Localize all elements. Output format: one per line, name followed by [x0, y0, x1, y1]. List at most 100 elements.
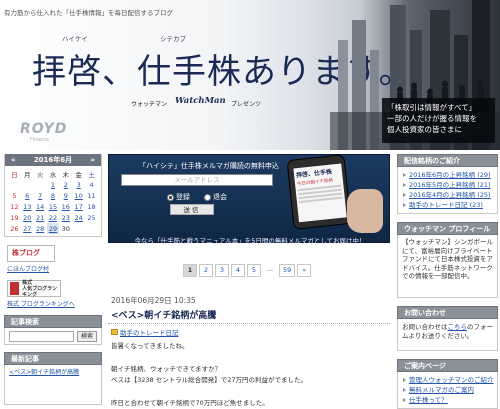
calendar-day: 5 [12, 191, 17, 200]
calendar-week-row: 12 13 14 15 16 17 18 [8, 201, 98, 212]
calendar-day-link[interactable]: 27 [21, 223, 34, 234]
calendar-day-link[interactable]: 15 [47, 201, 60, 212]
page-next-button[interactable]: » [297, 264, 312, 277]
blog-ranking-link[interactable]: 株式 ブログランキングへ [7, 299, 102, 308]
post-category: 助手のトレード日記 [111, 327, 179, 337]
post-body-line: ベスは【3238 セントラル総合開発】で27万円の利益がでました。 [111, 376, 308, 384]
calendar-day-link[interactable]: 23 [59, 212, 72, 223]
royd-logo: ROYD [20, 121, 68, 137]
newsletter-radio-group: 登録 退会 [167, 192, 227, 202]
calendar-day-link[interactable]: 21 [34, 212, 47, 223]
article-search-widget: 記事検索 検索 [4, 315, 102, 345]
calendar-day-link[interactable]: 8 [47, 190, 60, 201]
calendar-header: « 2016年6月 » [5, 154, 101, 166]
profile-text: 【ウォッチマン】シンガポールにて、富裕層向けプライベートファンドにて日本株式投資… [397, 235, 498, 298]
calendar-day-link[interactable]: 1 [47, 179, 60, 190]
folder-icon [111, 329, 118, 335]
calendar-day-link[interactable]: 13 [21, 201, 34, 212]
search-widget-title: 記事検索 [4, 315, 102, 328]
calendar-day-link[interactable]: 3 [72, 179, 85, 190]
calendar-day [8, 179, 21, 190]
guide-link[interactable]: 管理人ウォッチマンのご紹介 [403, 375, 494, 385]
royd-logo-sub: Finance [30, 137, 50, 143]
calendar-day-link[interactable]: 29 [46, 223, 60, 234]
calendar-day-link[interactable]: 10 [72, 190, 85, 201]
page-link[interactable]: 2 [199, 264, 213, 277]
post-title[interactable]: <ベス>朝イチ銘柄が高騰 [111, 308, 216, 321]
header-promo-box: 「株取引は情報がすべて」 一部の人だけが握る情報を 個人投資家の皆さまに [382, 98, 495, 143]
ranking-badge-line: 人気ブログランキング [22, 285, 58, 298]
guide-link[interactable]: 無料メルマガのご案内 [403, 385, 492, 395]
guide-list: 管理人ウォッチマンのご紹介 無料メルマガのご案内 仕手株って？ [397, 372, 498, 409]
profile-widget-title: ウォッチマン プロフィール [397, 222, 498, 235]
calendar-day: 19 [10, 213, 19, 222]
calendar-day-link[interactable]: 6 [21, 190, 34, 201]
subtitle-watchman-logo: WatchMan [175, 96, 226, 106]
site-tagline: 有力筋から仕入れた「仕手株情報」を毎日配信するブログ [4, 9, 173, 17]
delivery-widget-title: 配信銘柄のご紹介 [397, 154, 498, 167]
calendar-day-link[interactable]: 16 [59, 201, 72, 212]
smartphone-screen: 拝啓、仕手株 今日の朝イチ銘柄 [293, 163, 347, 223]
calendar-weekday-row: 日 月 火 水 木 金 土 [8, 168, 98, 179]
calendar-day [21, 179, 34, 190]
search-input[interactable] [9, 331, 74, 342]
weekday-label: 木 [62, 170, 70, 179]
weekday-label: 水 [49, 170, 57, 179]
calendar-day-link[interactable]: 22 [47, 212, 60, 223]
page-link[interactable]: 5 [247, 264, 261, 277]
contact-form-link[interactable]: こちら [448, 323, 468, 331]
recent-posts-widget: 最新記事 <ベス>朝イチ銘柄が高騰 [4, 352, 102, 405]
calendar-day-link[interactable]: 7 [34, 190, 47, 201]
newsletter-title: 「ハイシテ」仕手株メルマガ購読の無料申込 [139, 162, 279, 170]
calendar-week-row: 26 27 28 29 30 [8, 223, 98, 234]
calendar-grid: 日 月 火 水 木 金 土 1 2 3 4 5 6 7 8 9 10 11 12… [8, 168, 98, 234]
post-category-link[interactable]: 助手のトレード日記 [120, 327, 179, 337]
delivery-archive-link[interactable]: 助手のトレード日記 (23) [403, 200, 492, 210]
newsletter-email-input[interactable]: メールアドレス [121, 174, 273, 186]
delivery-archive-link[interactable]: 2016年4月の上昇銘柄 (25) [403, 190, 492, 200]
calendar-prev-button[interactable]: « [11, 156, 16, 164]
page-link[interactable]: 4 [231, 264, 245, 277]
recent-post-link[interactable]: <ベス>朝イチ銘柄が高騰 [9, 369, 79, 376]
radio-register[interactable]: 登録 [167, 192, 190, 202]
guide-link[interactable]: 仕手株って？ [403, 395, 492, 405]
nihon-blogmura-badge[interactable]: 株ブログ [7, 245, 55, 262]
calendar-day-link[interactable]: 17 [72, 201, 85, 212]
calendar-day: 11 [87, 191, 96, 200]
radio-register-label: 登録 [176, 193, 190, 201]
page-link[interactable]: 59 [279, 264, 296, 277]
radio-cancel-label: 退会 [213, 193, 227, 201]
calendar-day-link[interactable]: 20 [21, 212, 34, 223]
nihon-blogmura-link[interactable]: にほんブログ村 [7, 264, 102, 273]
delivery-archive-link[interactable]: 2016年5月の上昇銘柄 (21) [403, 180, 492, 190]
left-sidebar: « 2016年6月 » 日 月 火 水 木 金 土 1 2 3 4 5 6 7 … [4, 154, 102, 405]
calendar-day-link[interactable]: 14 [34, 201, 47, 212]
smartphone-image: 拝啓、仕手株 今日の朝イチ銘柄 [286, 154, 352, 230]
contact-text: お問い合わせはこちらのフォームよりお送りください。 [397, 319, 498, 351]
delivery-archive-link[interactable]: 2016年6月の上昇銘柄 (29) [403, 170, 492, 180]
newsletter-send-button[interactable]: 送信 [170, 204, 214, 215]
calendar-day-link[interactable]: 2 [59, 179, 72, 190]
ranking-badge-text: 株式 人気ブログランキング [22, 280, 60, 298]
site-header: 有力筋から仕入れた「仕手株情報」を毎日配信するブログ ハイケイ シテカブ 拝啓、… [0, 0, 500, 150]
right-sidebar: 配信銘柄のご紹介 2016年6月の上昇銘柄 (29) 2016年5月の上昇銘柄 … [397, 154, 498, 409]
subtitle-watchman-kana: ウォッチマン [131, 101, 168, 108]
radio-selected-icon [167, 193, 174, 201]
guide-widget-title: ご案内ページ [397, 359, 498, 372]
calendar-day-link[interactable]: 24 [72, 212, 85, 223]
radio-cancel[interactable]: 退会 [204, 192, 227, 202]
calendar-day-link[interactable]: 9 [59, 190, 72, 201]
page-link[interactable]: 3 [215, 264, 229, 277]
calendar-week-row: 5 6 7 8 9 10 11 [8, 190, 98, 201]
weekday-label: 月 [24, 170, 31, 179]
newsletter-signup-banner: 「ハイシテ」仕手株メルマガ購読の無料申込 メールアドレス 登録 退会 送信 拝啓… [108, 154, 390, 245]
pagination: 1 2 3 4 5 ... 59 » [183, 264, 312, 277]
blog-ranking-badge[interactable]: 株式 人気ブログランキング [7, 280, 61, 298]
page-ellipsis: ... [263, 264, 277, 277]
calendar-week-row: 19 20 21 22 23 24 25 [8, 212, 98, 223]
delivery-list: 2016年6月の上昇銘柄 (29) 2016年5月の上昇銘柄 (21) 2016… [397, 167, 498, 214]
calendar-next-button[interactable]: » [90, 156, 95, 164]
calendar-month-label: 2016年6月 [33, 156, 73, 164]
calendar-day-link[interactable]: 28 [34, 223, 47, 234]
search-button[interactable]: 検索 [77, 331, 97, 342]
